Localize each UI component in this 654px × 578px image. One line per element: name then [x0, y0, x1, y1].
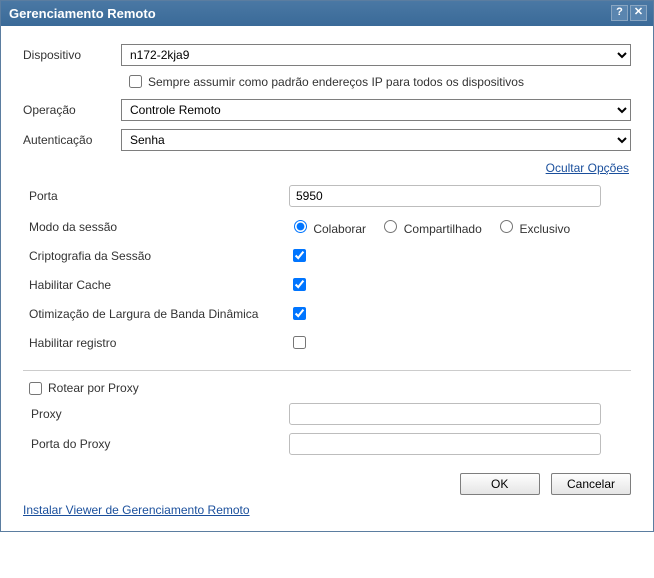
- help-icon[interactable]: ?: [611, 5, 628, 21]
- close-icon[interactable]: ✕: [630, 5, 647, 21]
- registro-checkbox[interactable]: [293, 336, 306, 349]
- dialog-window: Gerenciamento Remoto ? ✕ Dispositivo n17…: [0, 0, 654, 532]
- rotear-proxy-checkbox[interactable]: [29, 382, 42, 395]
- porta-label: Porta: [29, 189, 289, 203]
- cripto-label: Criptografia da Sessão: [29, 249, 289, 263]
- ok-button[interactable]: OK: [460, 473, 540, 495]
- cripto-checkbox[interactable]: [293, 249, 306, 262]
- porta-proxy-label: Porta do Proxy: [31, 437, 289, 451]
- dispositivo-select[interactable]: n172-2kja9: [121, 44, 631, 66]
- porta-input[interactable]: [289, 185, 601, 207]
- modo-sessao-label: Modo da sessão: [29, 220, 289, 234]
- autenticacao-select[interactable]: Senha: [121, 129, 631, 151]
- modo-sessao-radios: Colaborar Compartilhado Exclusivo: [289, 217, 580, 236]
- radio-exclusivo[interactable]: [500, 220, 513, 233]
- proxy-input[interactable]: [289, 403, 601, 425]
- dialog-body: Dispositivo n172-2kja9 Sempre assumir co…: [1, 26, 653, 531]
- autenticacao-label: Autenticação: [23, 133, 121, 147]
- banda-label: Otimização de Largura de Banda Dinâmica: [29, 307, 289, 321]
- sempre-assumir-label: Sempre assumir como padrão endereços IP …: [148, 75, 524, 89]
- instalar-viewer-link[interactable]: Instalar Viewer de Gerenciamento Remoto: [23, 503, 250, 517]
- operacao-select[interactable]: Controle Remoto: [121, 99, 631, 121]
- dialog-title: Gerenciamento Remoto: [9, 6, 156, 21]
- banda-checkbox[interactable]: [293, 307, 306, 320]
- dispositivo-label: Dispositivo: [23, 48, 121, 62]
- porta-proxy-input[interactable]: [289, 433, 601, 455]
- cancelar-button[interactable]: Cancelar: [551, 473, 631, 495]
- separator: [23, 370, 631, 371]
- title-bar: Gerenciamento Remoto ? ✕: [1, 1, 653, 26]
- cache-label: Habilitar Cache: [29, 278, 289, 292]
- radio-colaborar[interactable]: [294, 220, 307, 233]
- operacao-label: Operação: [23, 103, 121, 117]
- sempre-assumir-checkbox[interactable]: [129, 75, 142, 88]
- radio-compartilhado[interactable]: [384, 220, 397, 233]
- ocultar-opcoes-link[interactable]: Ocultar Opções: [546, 161, 629, 175]
- rotear-proxy-label: Rotear por Proxy: [48, 381, 139, 395]
- proxy-label: Proxy: [31, 407, 289, 421]
- cache-checkbox[interactable]: [293, 278, 306, 291]
- registro-label: Habilitar registro: [29, 336, 289, 350]
